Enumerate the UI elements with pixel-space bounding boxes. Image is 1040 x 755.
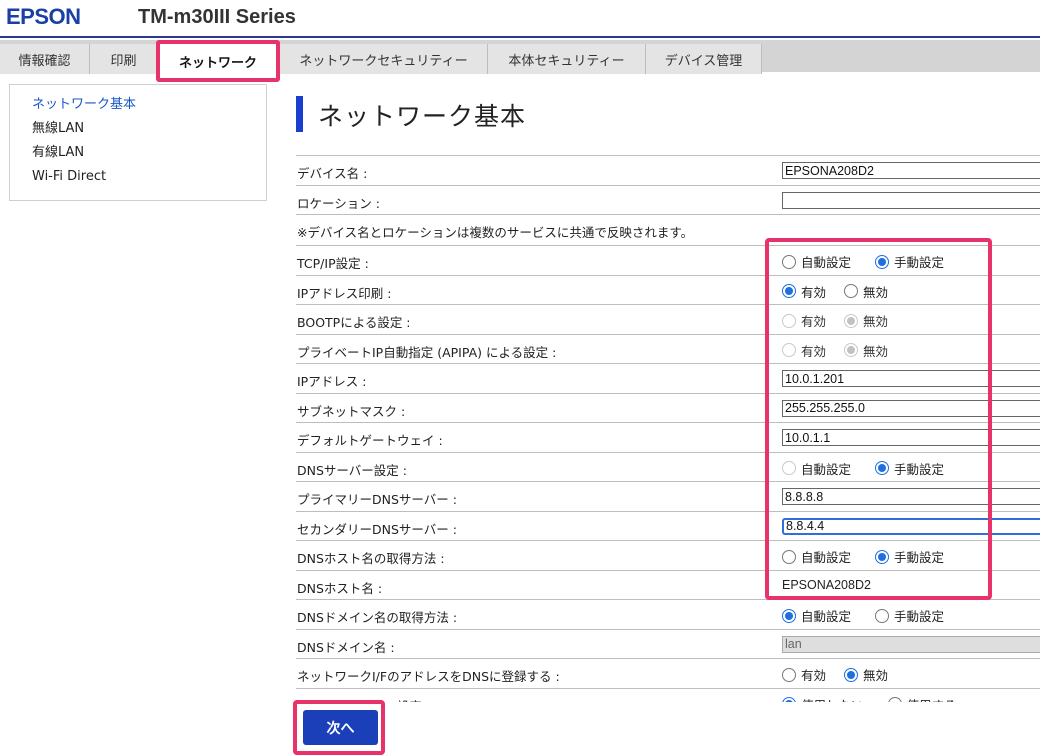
ip-print-label: IPアドレス印刷 : (297, 285, 392, 301)
dns-register-enable-option[interactable]: 有効 (782, 665, 826, 684)
epson-logo: EPSON (6, 4, 81, 29)
apipa-disable-option: 無効 (844, 341, 888, 360)
radio-disabled-checked-icon (844, 343, 859, 357)
row-ip-print: IPアドレス印刷 : 有効 無効 (296, 274, 1040, 305)
ip-address-input[interactable] (782, 370, 1040, 387)
row-gateway: デフォルトゲートウェイ : (296, 422, 1040, 452)
device-name-input[interactable] (782, 162, 1040, 179)
tab-network[interactable]: ネットワーク (156, 40, 280, 82)
location-input[interactable] (782, 191, 1040, 209)
device-name-label: デバイス名 : (297, 166, 368, 181)
radio-icon[interactable] (782, 667, 796, 682)
dns-setting-label: DNSサーバー設定 : (297, 462, 407, 478)
radio-disabled-icon (782, 313, 796, 328)
header: EPSON TM-m30III Series (0, 0, 1040, 38)
dns-host-label: DNSホスト名 : (297, 580, 383, 596)
dns-setting-auto-option: 自動設定 (782, 459, 851, 478)
row-dns-secondary: セカンダリーDNSサーバー : (296, 510, 1040, 541)
radio-icon[interactable] (782, 549, 796, 564)
tab-device-security[interactable]: 本体セキュリティー (488, 44, 646, 74)
radio-icon[interactable] (875, 608, 890, 623)
dns-host-auto-option[interactable]: 自動設定 (782, 547, 851, 566)
sidebar-item-wifi-direct[interactable]: Wi-Fi Direct (10, 169, 266, 193)
ip-print-disable-option[interactable]: 無効 (844, 282, 888, 301)
tab-info[interactable]: 情報確認 (0, 44, 90, 74)
dns-register-label: ネットワークI/FのアドレスをDNSに登録する : (297, 669, 560, 684)
row-location: ロケーション : (296, 184, 1040, 215)
row-tcpip: TCP/IP設定 : 自動設定 手動設定 (296, 245, 1040, 275)
subnet-label: サブネットマスク : (297, 403, 406, 419)
sidebar-item-network-basic[interactable]: ネットワーク基本 (10, 97, 266, 121)
ip-print-enable-option[interactable]: 有効 (782, 282, 826, 301)
scroll-cutoff (296, 702, 1040, 755)
sidebar: ネットワーク基本 無線LAN 有線LAN Wi-Fi Direct (9, 84, 267, 201)
row-note: ※デバイス名とロケーションは複数のサービスに共通で反映されます。 (296, 214, 1040, 245)
radio-icon[interactable] (844, 284, 859, 298)
radio-checked-icon[interactable] (875, 461, 890, 475)
dns-secondary-label: セカンダリーDNSサーバー : (297, 521, 457, 537)
tcpip-auto-option[interactable]: 自動設定 (782, 252, 851, 271)
note-text: ※デバイス名とロケーションは複数のサービスに共通で反映されます。 (297, 225, 694, 240)
row-apipa: プライベートIP自動指定 (APIPA) による設定 : 有効 無効 (296, 333, 1040, 364)
dns-setting-manual-option[interactable]: 手動設定 (875, 459, 944, 478)
dns-host-method-label: DNSホスト名の取得方法 : (297, 551, 445, 566)
ip-address-label: IPアドレス : (297, 374, 367, 389)
dns-domain-manual-option[interactable]: 手動設定 (875, 606, 944, 625)
row-dns-setting: DNSサーバー設定 : 自動設定 手動設定 (296, 451, 1040, 482)
row-bootp: BOOTPによる設定 : 有効 無効 (296, 304, 1040, 334)
radio-checked-icon[interactable] (844, 667, 859, 682)
next-button[interactable]: 次へ (303, 710, 378, 745)
dns-secondary-input[interactable] (782, 517, 1040, 535)
row-dns-register: ネットワークI/FのアドレスをDNSに登録する : 有効 無効 (296, 658, 1040, 688)
row-dns-host-method: DNSホスト名の取得方法 : 自動設定 手動設定 (296, 540, 1040, 570)
sidebar-item-wireless-lan[interactable]: 無線LAN (10, 121, 266, 145)
bootp-enable-option: 有効 (782, 311, 826, 330)
tab-print[interactable]: 印刷 (90, 44, 158, 74)
row-ip-address: IPアドレス : (296, 363, 1040, 393)
radio-disabled-checked-icon (844, 313, 859, 328)
title-accent-bar (296, 96, 303, 132)
dns-register-disable-option[interactable]: 無効 (844, 665, 888, 684)
row-subnet: サブネットマスク : (296, 392, 1040, 423)
row-dns-primary: プライマリーDNSサーバー : (296, 481, 1040, 511)
row-device-name: デバイス名 : (296, 155, 1040, 185)
sidebar-item-wired-lan[interactable]: 有線LAN (10, 145, 266, 169)
tcpip-manual-option[interactable]: 手動設定 (875, 252, 944, 271)
row-dns-domain-method: DNSドメイン名の取得方法 : 自動設定 手動設定 (296, 599, 1040, 629)
dns-primary-input[interactable] (782, 488, 1040, 505)
row-dns-host: DNSホスト名 : EPSONA208D2 (296, 569, 1040, 600)
page-title: ネットワーク基本 (318, 102, 527, 131)
dns-domain-input (782, 635, 1040, 653)
bootp-label: BOOTPによる設定 : (297, 315, 411, 330)
dns-host-value: EPSONA208D2 (782, 577, 871, 592)
settings-form: デバイス名 : ロケーション : ※デバイス名とロケーションは複数のサービスに共… (296, 155, 1040, 717)
tab-network-security[interactable]: ネットワークセキュリティー (280, 44, 488, 74)
radio-icon[interactable] (782, 254, 796, 269)
location-label: ロケーション : (297, 195, 380, 211)
dns-domain-label: DNSドメイン名 : (297, 639, 395, 655)
radio-checked-icon[interactable] (875, 549, 890, 564)
gateway-input[interactable] (782, 429, 1040, 446)
dns-domain-method-label: DNSドメイン名の取得方法 : (297, 610, 458, 625)
row-dns-domain: DNSドメイン名 : (296, 628, 1040, 659)
apipa-enable-option: 有効 (782, 341, 826, 360)
apipa-label: プライベートIP自動指定 (APIPA) による設定 : (297, 344, 557, 360)
radio-disabled-icon (782, 461, 796, 475)
dns-host-manual-option[interactable]: 手動設定 (875, 547, 944, 566)
radio-disabled-icon (782, 343, 796, 357)
dns-domain-auto-option[interactable]: 自動設定 (782, 606, 851, 625)
radio-checked-icon[interactable] (875, 254, 890, 269)
tcpip-label: TCP/IP設定 : (297, 256, 369, 271)
gateway-label: デフォルトゲートウェイ : (297, 433, 443, 448)
radio-checked-icon[interactable] (782, 284, 796, 298)
subnet-input[interactable] (782, 399, 1040, 417)
tab-device-management[interactable]: デバイス管理 (646, 44, 762, 74)
dns-primary-label: プライマリーDNSサーバー : (297, 492, 457, 507)
model-name: TM-m30III Series (138, 6, 296, 28)
bootp-disable-option: 無効 (844, 311, 888, 330)
radio-checked-icon[interactable] (782, 608, 796, 623)
